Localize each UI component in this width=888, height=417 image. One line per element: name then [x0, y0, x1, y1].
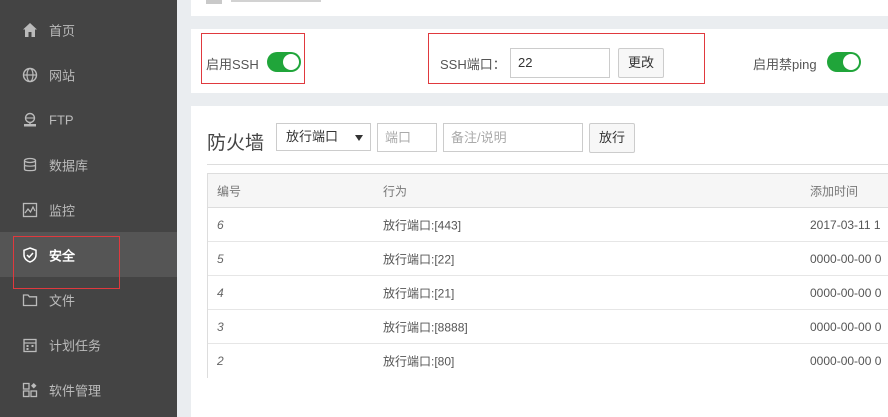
row-action: 放行端口:[21]	[383, 286, 455, 300]
shield-icon	[21, 246, 39, 264]
sidebar-item-monitor[interactable]: 监控	[0, 187, 177, 232]
firewall-table: 编号 行为 添加时间 6 放行端口:[443] 2017-03-11 1 5 放…	[207, 173, 888, 378]
ssh-port-input[interactable]: 22	[510, 48, 610, 78]
row-time: 0000-00-00 0	[810, 285, 882, 300]
column-header-time: 添加时间	[810, 184, 859, 198]
table-row: 4 放行端口:[21] 0000-00-00 0	[208, 276, 888, 310]
sidebar-item-ftp[interactable]: FTP	[0, 97, 177, 142]
main-content: 启用SSH SSH端口： 22 更改 启用禁ping 防火墙 放行端口 端口 备…	[177, 0, 888, 417]
row-id: 5	[217, 251, 224, 266]
row-action: 放行端口:[80]	[383, 354, 455, 369]
firewall-note-input[interactable]: 备注/说明	[443, 123, 583, 152]
row-id: 3	[217, 319, 224, 334]
page-header	[191, 0, 888, 16]
sidebar-item-label: 网站	[49, 68, 76, 83]
sidebar-item-label: 安全	[49, 248, 76, 263]
row-action: 放行端口:[8888]	[383, 320, 468, 334]
sidebar-item-label: FTP	[49, 112, 74, 127]
ssh-port-label: SSH端口：	[440, 57, 506, 72]
row-id: 2	[217, 354, 224, 368]
ping-disable-label: 启用禁ping	[753, 57, 817, 72]
column-header-id: 编号	[217, 184, 242, 198]
sidebar: 首页 网站 FTP 数据库 监控 安全 文件 计划任务 软件管理	[0, 0, 177, 417]
row-time: 0000-00-00 0	[810, 319, 882, 334]
sidebar-item-database[interactable]: 数据库	[0, 142, 177, 187]
table-header: 编号 行为 添加时间	[208, 174, 888, 208]
row-id: 4	[217, 285, 224, 300]
globe-icon	[21, 66, 39, 84]
monitor-icon	[21, 201, 39, 219]
firewall-panel: 防火墙 放行端口 端口 备注/说明 放行 编号 行为 添加时间 6 放行端口:[…	[191, 106, 888, 417]
ssh-settings-panel: 启用SSH SSH端口： 22 更改 启用禁ping	[191, 29, 888, 93]
apps-icon	[21, 381, 39, 399]
sidebar-item-label: 软件管理	[49, 383, 102, 398]
sidebar-item-label: 首页	[49, 23, 76, 38]
firewall-mode-value: 放行端口	[286, 129, 339, 144]
sidebar-item-label: 监控	[49, 203, 76, 218]
calendar-icon	[21, 336, 39, 354]
database-icon	[21, 156, 39, 174]
sidebar-item-label: 数据库	[49, 158, 89, 173]
row-action: 放行端口:[443]	[383, 218, 462, 232]
sidebar-item-security[interactable]: 安全	[0, 232, 177, 277]
row-time: 2017-03-11 1	[810, 217, 881, 232]
allow-port-button[interactable]: 放行	[589, 123, 635, 153]
row-time: 0000-00-00 0	[810, 251, 882, 266]
change-port-button[interactable]: 更改	[618, 48, 664, 78]
ssh-enable-label: 启用SSH	[206, 57, 259, 72]
ftp-icon	[21, 111, 39, 129]
row-action: 放行端口:[22]	[383, 252, 455, 266]
column-header-action: 行为	[383, 184, 408, 198]
sidebar-item-website[interactable]: 网站	[0, 52, 177, 97]
firewall-title: 防火墙	[207, 133, 265, 154]
firewall-mode-select[interactable]: 放行端口	[276, 123, 371, 151]
table-row: 5 放行端口:[22] 0000-00-00 0	[208, 242, 888, 276]
header-title-cutoff	[231, 0, 321, 2]
sidebar-item-label: 计划任务	[49, 338, 102, 353]
sidebar-item-label: 文件	[49, 293, 76, 308]
chevron-down-icon	[355, 135, 363, 141]
table-row: 6 放行端口:[443] 2017-03-11 1	[208, 208, 888, 242]
header-icon	[206, 0, 222, 4]
row-time: 0000-00-00 0	[810, 354, 882, 368]
sidebar-item-files[interactable]: 文件	[0, 277, 177, 322]
divider	[207, 164, 888, 165]
table-row: 3 放行端口:[8888] 0000-00-00 0	[208, 310, 888, 344]
folder-icon	[21, 291, 39, 309]
sidebar-item-home[interactable]: 首页	[0, 7, 177, 52]
ping-disable-toggle[interactable]	[827, 52, 861, 72]
table-row: 2 放行端口:[80] 0000-00-00 0	[208, 344, 888, 378]
sidebar-item-cron[interactable]: 计划任务	[0, 322, 177, 367]
ssh-enable-toggle[interactable]	[267, 52, 301, 72]
row-id: 6	[217, 217, 224, 232]
sidebar-item-software[interactable]: 软件管理	[0, 367, 177, 412]
home-icon	[21, 21, 39, 39]
firewall-port-input[interactable]: 端口	[377, 123, 437, 152]
